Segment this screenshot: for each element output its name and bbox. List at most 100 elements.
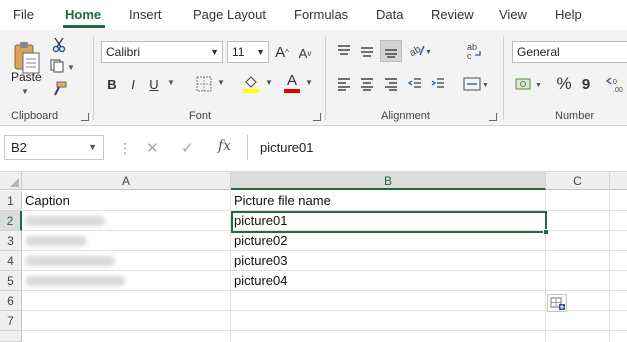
quick-analysis-button[interactable] (547, 294, 567, 312)
row-header-6[interactable]: 6 (0, 291, 22, 311)
format-painter-icon[interactable] (50, 80, 68, 98)
comma-style-button[interactable]: 9 (579, 73, 593, 95)
fill-color-icon[interactable] (241, 72, 261, 94)
cell-d1[interactable] (610, 191, 627, 211)
merge-center-icon[interactable]: ▼ (461, 74, 491, 94)
percent-style-button[interactable]: % (555, 73, 573, 95)
select-all-button[interactable] (0, 172, 22, 190)
cell-b1[interactable]: Picture file name (231, 191, 546, 211)
align-center-icon[interactable] (358, 74, 376, 94)
cell-b6[interactable] (231, 291, 546, 311)
borders-icon[interactable] (194, 74, 214, 94)
tab-help[interactable]: Help (555, 7, 582, 22)
cut-icon[interactable] (50, 36, 68, 54)
cell-b5[interactable]: picture04 (231, 271, 546, 291)
row-header-5[interactable]: 5 (0, 271, 22, 291)
increase-indent-icon[interactable] (429, 74, 447, 94)
svg-text:0: 0 (613, 79, 617, 86)
font-name-select[interactable]: Calibri ▼ (101, 41, 223, 63)
fill-color-dropdown-icon[interactable]: ▼ (265, 78, 273, 87)
row-header-3[interactable]: 3 (0, 231, 22, 251)
borders-dropdown-icon[interactable]: ▼ (217, 78, 225, 87)
row-header-1[interactable]: 1 (0, 191, 22, 211)
row-header-8[interactable] (0, 331, 22, 342)
cell-d7[interactable] (610, 311, 627, 331)
cell-d4[interactable] (610, 251, 627, 271)
cell-b8[interactable] (231, 331, 546, 342)
cell-c5[interactable] (546, 271, 610, 291)
bold-button[interactable]: B (104, 74, 120, 94)
paste-dropdown-icon[interactable]: ▼ (21, 87, 29, 96)
cell-a8[interactable] (22, 331, 231, 342)
cell-d3[interactable] (610, 231, 627, 251)
cell-a2[interactable] (22, 211, 231, 231)
tab-formulas[interactable]: Formulas (294, 7, 348, 22)
increase-decimal-icon[interactable]: 0.00 (604, 73, 627, 95)
copy-icon[interactable]: ▼ (48, 57, 76, 75)
underline-button[interactable]: U (146, 74, 162, 94)
bottom-align-button[interactable] (380, 40, 402, 62)
worksheet-grid[interactable]: A B C 1 2 3 4 5 6 7 Caption Picture file… (0, 172, 627, 342)
cell-b4[interactable]: picture03 (231, 251, 546, 271)
cell-a4[interactable] (22, 251, 231, 271)
cell-d5[interactable] (610, 271, 627, 291)
tab-view[interactable]: View (499, 7, 527, 22)
cell-c7[interactable] (546, 311, 610, 331)
enter-icon[interactable]: ✓ (181, 139, 194, 157)
accounting-format-icon[interactable]: ▼ (514, 74, 546, 94)
font-color-dropdown-icon[interactable]: ▼ (305, 78, 313, 87)
cell-c4[interactable] (546, 251, 610, 271)
number-format-select[interactable]: General (512, 41, 627, 63)
alignment-launcher-icon[interactable] (489, 113, 497, 121)
svg-text:c: c (467, 51, 472, 61)
name-box[interactable]: B2 ▼ (4, 135, 104, 160)
cell-a5[interactable] (22, 271, 231, 291)
decrease-font-size-icon[interactable]: Av (296, 43, 314, 63)
tab-insert[interactable]: Insert (129, 7, 162, 22)
cell-d6[interactable] (610, 291, 627, 311)
column-header-b[interactable]: B (231, 172, 546, 190)
tab-page-layout[interactable]: Page Layout (193, 7, 266, 22)
decrease-indent-icon[interactable] (406, 74, 424, 94)
font-size-select[interactable]: 11 ▼ (227, 41, 269, 63)
clipboard-launcher-icon[interactable] (81, 113, 89, 121)
row-header-7[interactable]: 7 (0, 311, 22, 331)
cancel-icon[interactable]: ✕ (146, 139, 159, 157)
orientation-icon[interactable]: ab ▼ (406, 40, 434, 60)
cell-c3[interactable] (546, 231, 610, 251)
insert-function-button[interactable]: fx (218, 138, 231, 154)
formula-input[interactable]: picture01 (247, 135, 627, 160)
column-header-c[interactable]: C (546, 172, 610, 190)
formula-bar-grip-icon[interactable]: ⋮ (118, 140, 132, 157)
tab-file[interactable]: File (13, 7, 34, 22)
cell-a6[interactable] (22, 291, 231, 311)
row-header-2[interactable]: 2 (0, 211, 22, 231)
cell-c2[interactable] (546, 211, 610, 231)
tab-review[interactable]: Review (431, 7, 474, 22)
cell-a7[interactable] (22, 311, 231, 331)
middle-align-icon[interactable] (358, 41, 376, 61)
italic-button[interactable]: I (125, 74, 141, 94)
wrap-text-icon[interactable]: ab c (463, 39, 485, 63)
align-left-icon[interactable] (335, 74, 353, 94)
cell-a3[interactable] (22, 231, 231, 251)
cell-b3[interactable]: picture02 (231, 231, 546, 251)
cell-d2[interactable] (610, 211, 627, 231)
cell-c1[interactable] (546, 191, 610, 211)
row-header-4[interactable]: 4 (0, 251, 22, 271)
column-header-a[interactable]: A (22, 172, 231, 190)
column-header-d[interactable] (610, 172, 627, 190)
tab-home[interactable]: Home (65, 7, 101, 22)
tab-data[interactable]: Data (376, 7, 403, 22)
fill-handle[interactable] (543, 229, 549, 235)
underline-dropdown-icon[interactable]: ▼ (167, 78, 175, 87)
cell-b7[interactable] (231, 311, 546, 331)
top-align-icon[interactable] (335, 41, 353, 61)
cell-c8[interactable] (546, 331, 610, 342)
font-color-button[interactable]: A (282, 71, 302, 95)
cell-a1[interactable]: Caption (22, 191, 231, 211)
cell-d8[interactable] (610, 331, 627, 342)
align-right-icon[interactable] (382, 74, 400, 94)
font-launcher-icon[interactable] (313, 113, 321, 121)
increase-font-size-icon[interactable]: A ^ (273, 42, 291, 62)
